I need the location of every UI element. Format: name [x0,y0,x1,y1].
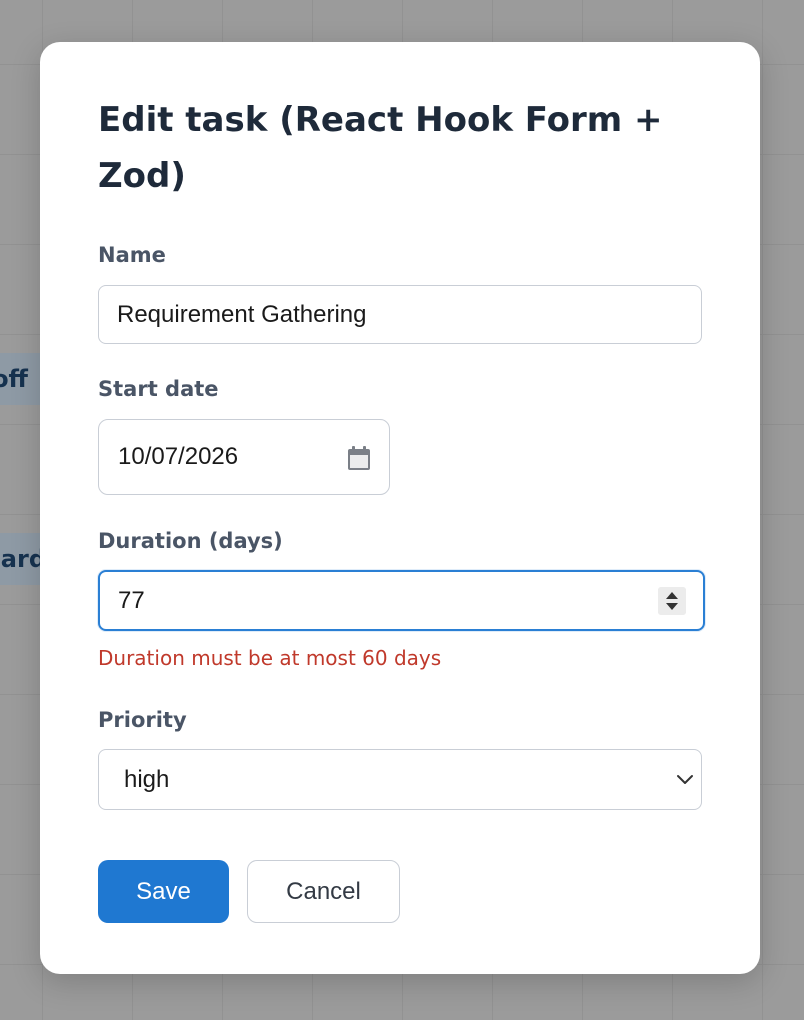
edit-task-dialog: Edit task (React Hook Form + Zod) Name R… [40,42,760,974]
start-date-input[interactable]: 10/07/2026 [98,419,390,495]
priority-select[interactable]: high [98,749,702,810]
name-input-value: Requirement Gathering [117,300,367,328]
cancel-button[interactable]: Cancel [247,860,400,923]
priority-selected-value: high [124,765,170,793]
start-date-label: Start date [98,377,219,401]
name-input[interactable]: Requirement Gathering [98,285,702,344]
duration-input[interactable]: 77 [98,570,705,631]
name-label: Name [98,243,166,267]
save-button[interactable]: Save [98,860,229,923]
number-stepper[interactable] [658,587,686,615]
duration-label: Duration (days) [98,529,283,553]
duration-error-message: Duration must be at most 60 days [98,646,442,670]
start-date-value: 10/07/2026 [118,443,239,470]
background-bar-label: ard [0,533,40,585]
chevron-down-icon [677,775,693,784]
duration-value: 77 [118,586,145,614]
dialog-title: Edit task (React Hook Form + Zod) [98,100,663,196]
background-bar-label: off [0,353,40,405]
calendar-icon[interactable] [348,446,370,470]
priority-label: Priority [98,708,187,732]
